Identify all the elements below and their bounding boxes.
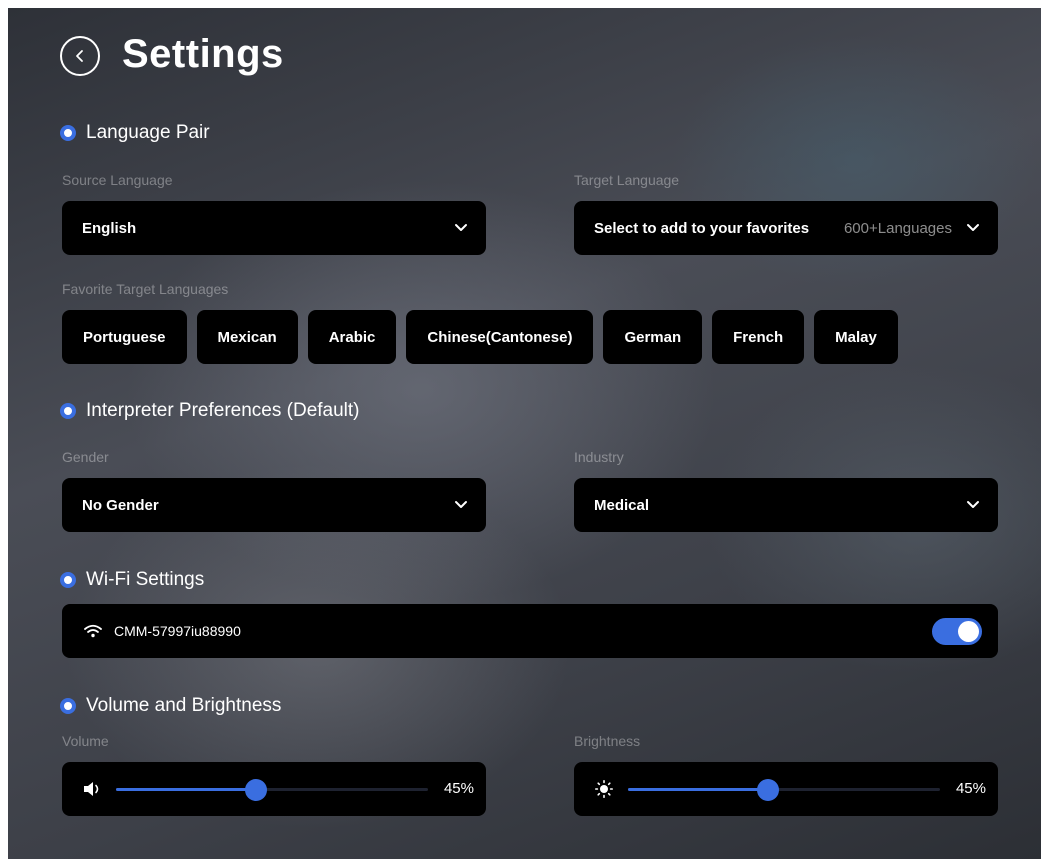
section-bullet-icon (60, 698, 76, 714)
brightness-slider-box: 45% (574, 762, 998, 816)
gender-dropdown[interactable]: No Gender (62, 478, 486, 532)
favorite-chip-portuguese[interactable]: Portuguese (62, 310, 187, 364)
chevron-down-icon (455, 501, 467, 508)
target-language-label: Target Language (574, 172, 680, 188)
favorite-chip-french[interactable]: French (712, 310, 805, 364)
brightness-slider-fill (628, 788, 769, 791)
section-title: Volume and Brightness (86, 695, 282, 716)
chevron-down-icon (455, 224, 467, 231)
speaker-icon (84, 782, 99, 796)
industry-value: Medical (594, 496, 650, 514)
section-interpreter-preferences: Interpreter Preferences (Default) (60, 400, 360, 422)
brightness-label: Brightness (574, 733, 641, 749)
volume-slider-box: 45% (62, 762, 486, 816)
volume-slider-fill (116, 788, 257, 791)
favorite-languages-list: Portuguese Mexican Arabic Chinese(Canton… (62, 310, 898, 364)
section-bullet-icon (60, 572, 76, 588)
brightness-slider-track[interactable] (628, 779, 940, 801)
favorite-chip-mexican[interactable]: Mexican (196, 310, 298, 364)
favorite-chip-malay[interactable]: Malay (814, 310, 898, 364)
source-language-label: Source Language (62, 172, 173, 188)
volume-label: Volume (62, 733, 109, 749)
favorite-chip-german[interactable]: German (603, 310, 703, 364)
brightness-percent: 45% (955, 780, 986, 797)
industry-label: Industry (574, 449, 624, 465)
target-language-dropdown[interactable]: Select to add to your favorites 600+Lang… (574, 201, 998, 255)
favorites-label: Favorite Target Languages (62, 281, 229, 297)
wifi-network-name: CMM-57997iu88990 (114, 623, 241, 639)
favorite-chip-arabic[interactable]: Arabic (307, 310, 397, 364)
source-language-value: English (82, 219, 137, 237)
chevron-down-icon (967, 224, 979, 231)
section-title: Language Pair (86, 122, 210, 143)
volume-percent: 45% (443, 780, 474, 797)
sun-icon (594, 780, 614, 798)
toggle-knob (958, 621, 979, 642)
chevron-left-icon (76, 50, 83, 62)
favorite-chip-chinese-cantonese[interactable]: Chinese(Cantonese) (406, 310, 594, 364)
section-title: Wi-Fi Settings (86, 569, 205, 590)
page-title: Settings (122, 32, 284, 76)
industry-dropdown[interactable]: Medical (574, 478, 998, 532)
source-language-dropdown[interactable]: English (62, 201, 486, 255)
wifi-icon (84, 624, 102, 638)
wifi-toggle[interactable] (932, 618, 982, 645)
chevron-down-icon (967, 501, 979, 508)
gender-value: No Gender (82, 496, 159, 514)
section-language-pair: Language Pair (60, 122, 210, 144)
section-title: Interpreter Preferences (Default) (86, 400, 360, 421)
section-wifi-settings: Wi-Fi Settings (60, 569, 204, 591)
section-volume-brightness: Volume and Brightness (60, 695, 281, 717)
target-language-value: Select to add to your favorites (594, 219, 810, 237)
gender-label: Gender (62, 449, 109, 465)
language-count: 600+Languages (843, 219, 952, 237)
section-bullet-icon (60, 125, 76, 141)
volume-slider-thumb[interactable] (245, 779, 268, 801)
section-bullet-icon (60, 403, 76, 419)
settings-screen: Settings Language Pair Source Language E… (8, 8, 1041, 859)
wifi-network-row[interactable]: CMM-57997iu88990 (62, 604, 998, 658)
brightness-slider-thumb[interactable] (757, 779, 780, 801)
back-button[interactable] (60, 36, 100, 76)
volume-slider-track[interactable] (116, 779, 428, 801)
